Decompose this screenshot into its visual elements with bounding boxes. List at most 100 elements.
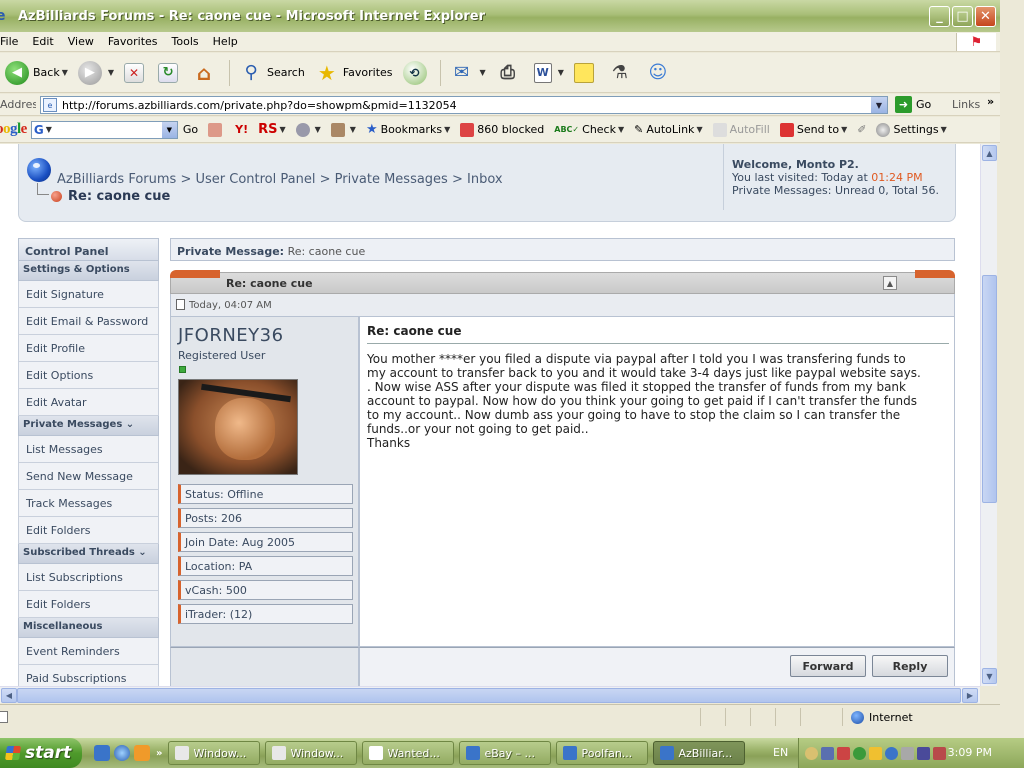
maximize-button[interactable]: □ <box>952 6 973 27</box>
address-dropdown-icon[interactable]: ▼ <box>871 97 887 113</box>
menu-view[interactable]: View <box>61 35 101 48</box>
control-panel-header[interactable]: Control Panel <box>18 238 159 261</box>
scroll-right-icon[interactable]: ▶ <box>962 688 978 703</box>
menu-help[interactable]: Help <box>206 35 245 48</box>
sidebar-send-new-message[interactable]: Send New Message <box>18 463 159 490</box>
sidebar-edit-email-password[interactable]: Edit Email & Password <box>18 308 159 335</box>
autofill-button[interactable]: AutoFill <box>708 122 775 137</box>
breadcrumb-pm[interactable]: Private Messages <box>335 172 448 187</box>
google-news-button[interactable] <box>203 122 230 137</box>
print-button[interactable]: ⎙ <box>491 56 529 90</box>
private-messages-header[interactable]: Private Messages ⌄ <box>18 416 159 436</box>
security-zone[interactable]: Internet <box>842 708 913 726</box>
google-logo[interactable]: oogle <box>0 121 27 138</box>
links-chevron-icon[interactable]: » <box>987 95 994 108</box>
reply-button[interactable]: Reply <box>872 655 948 677</box>
task-window-2[interactable]: Window... <box>265 741 358 765</box>
tray-update-icon[interactable] <box>885 746 898 760</box>
language-indicator[interactable]: EN <box>773 746 788 759</box>
tray-security-icon[interactable] <box>837 746 850 760</box>
horizontal-scrollbar[interactable]: ◀ ▶ <box>0 686 980 703</box>
settings-button[interactable]: Settings ▼ <box>871 122 951 137</box>
menu-edit[interactable]: Edit <box>25 35 60 48</box>
username[interactable]: JFORNEY36 <box>178 325 284 346</box>
user-itrader[interactable]: iTrader: (12) <box>178 604 353 624</box>
forward-button[interactable]: Forward <box>790 655 866 677</box>
rs-button[interactable]: RS ▼ <box>253 122 291 137</box>
menu-favorites[interactable]: Favorites <box>101 35 165 48</box>
sidebar-event-reminders[interactable]: Event Reminders <box>18 638 159 665</box>
task-ebay[interactable]: eBay – ... <box>459 741 552 765</box>
scroll-up-icon[interactable]: ▲ <box>982 145 997 161</box>
mail-dropdown-icon[interactable]: ▼ <box>480 68 486 77</box>
menu-file[interactable]: File <box>0 35 25 48</box>
home-button[interactable]: ⌂ <box>187 56 225 90</box>
messenger-button[interactable]: ☺ <box>641 56 679 90</box>
menu-tools[interactable]: Tools <box>165 35 206 48</box>
sidebar-paid-subscriptions[interactable]: Paid Subscriptions <box>18 665 159 686</box>
spellcheck-button[interactable]: ABC✓ Check ▼ <box>549 123 629 136</box>
horizontal-scroll-thumb[interactable] <box>17 688 961 703</box>
forum-logo-ball-icon[interactable] <box>27 158 51 182</box>
popup-blocker-button[interactable]: 860 blocked <box>455 122 549 137</box>
quicklaunch-ie-icon[interactable] <box>114 745 130 761</box>
vertical-scroll-thumb[interactable] <box>982 275 997 503</box>
sidebar-edit-avatar[interactable]: Edit Avatar <box>18 389 159 416</box>
bookmarks-button[interactable]: ★ Bookmarks ▼ <box>361 122 455 137</box>
task-poolfan[interactable]: Poolfan... <box>556 741 649 765</box>
google-go-button[interactable]: Go <box>178 123 203 136</box>
scroll-down-icon[interactable]: ▼ <box>982 668 997 684</box>
go-button[interactable]: ➜ Go <box>895 96 931 113</box>
task-azbilliards[interactable]: AzBilliar... <box>653 741 746 765</box>
research-button[interactable]: ⚗ <box>603 56 641 90</box>
search-button[interactable]: ⚲ Search <box>234 56 310 90</box>
mirror-button[interactable]: ▼ <box>291 122 326 137</box>
sidebar-edit-signature[interactable]: Edit Signature <box>18 281 159 308</box>
edit-dropdown-icon[interactable]: ▼ <box>558 68 564 77</box>
highlight-button[interactable]: ✐ <box>852 123 871 136</box>
links-button[interactable]: Links <box>952 98 980 111</box>
tray-alert-icon[interactable] <box>869 746 882 760</box>
quicklaunch-desktop-icon[interactable] <box>94 745 110 761</box>
cache-button[interactable]: ▼ <box>326 122 361 137</box>
subscribed-threads-header[interactable]: Subscribed Threads ⌄ <box>18 544 159 564</box>
autolink-button[interactable]: ✎ AutoLink ▼ <box>629 123 707 136</box>
google-search-dropdown-icon[interactable]: ▼ <box>161 121 177 138</box>
back-dropdown-icon[interactable]: ▼ <box>62 68 68 77</box>
sidebar-track-messages[interactable]: Track Messages <box>18 490 159 517</box>
close-button[interactable]: ✕ <box>975 6 996 27</box>
favorites-button[interactable]: ★ Favorites <box>310 56 398 90</box>
forward-dropdown-icon[interactable]: ▼ <box>108 68 114 77</box>
task-wanted[interactable]: Wanted... <box>362 741 455 765</box>
minimize-button[interactable]: _ <box>929 6 950 27</box>
tray-volume-icon[interactable] <box>901 746 914 760</box>
notes-button[interactable] <box>569 56 603 90</box>
tray-antivirus-icon[interactable] <box>933 746 946 760</box>
breadcrumb-ucp[interactable]: User Control Panel <box>195 172 315 187</box>
forward-nav-button[interactable]: ▶ ▼ <box>73 56 119 90</box>
sidebar-list-subscriptions[interactable]: List Subscriptions <box>18 564 159 591</box>
sidebar-edit-profile[interactable]: Edit Profile <box>18 335 159 362</box>
breadcrumb-inbox[interactable]: Inbox <box>467 172 503 187</box>
sidebar-list-messages[interactable]: List Messages <box>18 436 159 463</box>
address-input[interactable]: e http://forums.azbilliards.com/private.… <box>40 96 888 114</box>
address-url[interactable]: http://forums.azbilliards.com/private.ph… <box>62 99 457 112</box>
sendto-button[interactable]: Send to ▼ <box>775 122 852 137</box>
vertical-scrollbar[interactable]: ▲ ▼ <box>980 144 997 686</box>
sidebar-edit-options[interactable]: Edit Options <box>18 362 159 389</box>
collapse-icon[interactable]: ▲ <box>883 276 897 290</box>
task-window-1[interactable]: Window... <box>168 741 261 765</box>
back-button[interactable]: ◀ Back ▼ <box>0 56 73 90</box>
tray-network-icon[interactable] <box>821 746 834 760</box>
tray-display-icon[interactable] <box>917 746 930 760</box>
clock[interactable]: 3:09 PM <box>948 746 992 759</box>
tray-arrow-icon[interactable] <box>805 746 818 760</box>
quicklaunch-media-icon[interactable] <box>134 745 150 761</box>
yahoo-button[interactable]: Y! <box>230 123 253 136</box>
breadcrumb-forums[interactable]: AzBilliards Forums <box>57 172 176 187</box>
google-search-input[interactable]: G ▼ ▼ <box>30 120 178 139</box>
refresh-button[interactable]: ↻ <box>153 56 187 90</box>
sidebar-edit-pm-folders[interactable]: Edit Folders <box>18 517 159 544</box>
edit-button[interactable]: W ▼ <box>529 56 569 90</box>
stop-button[interactable]: ✕ <box>119 56 153 90</box>
